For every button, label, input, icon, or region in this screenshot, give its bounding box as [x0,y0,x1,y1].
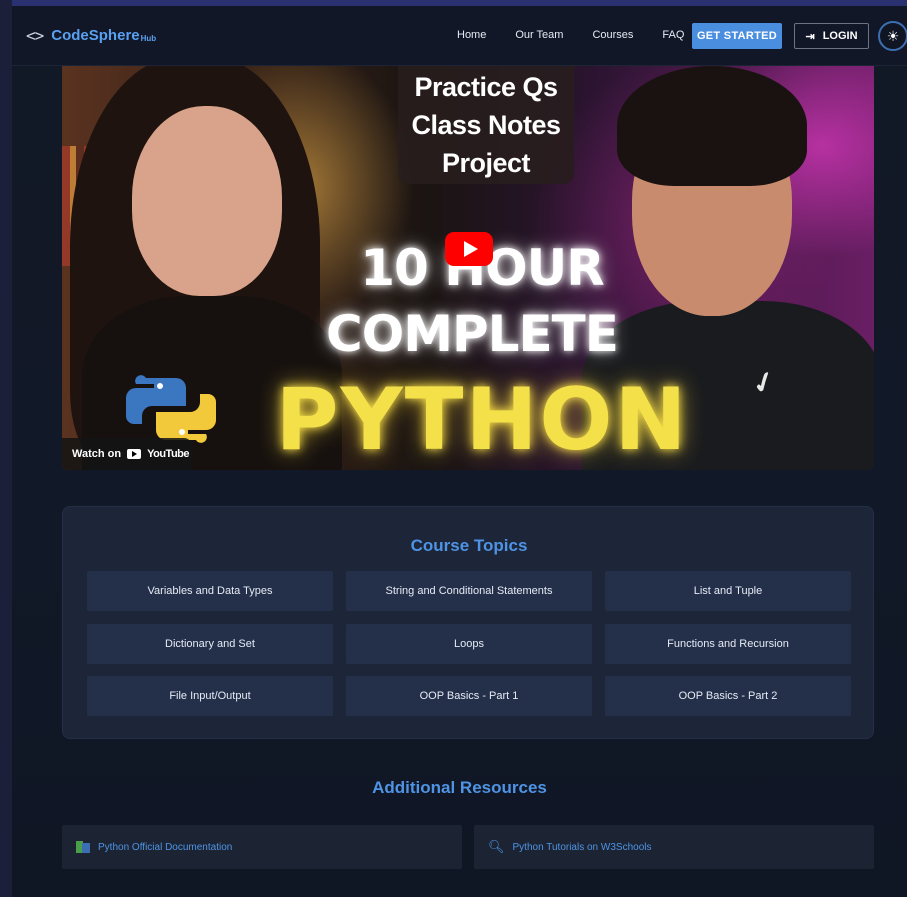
nav-link-courses[interactable]: Courses [592,29,633,41]
topic-card[interactable]: Dictionary and Set [87,624,333,664]
code-brackets-icon: <> [26,26,44,45]
top-navbar: <> CodeSphere Hub Home Our Team Courses … [12,6,907,66]
thumbnail-title-line3: PYTHON [275,370,689,470]
get-started-button[interactable]: GET STARTED [692,23,782,49]
youtube-icon [127,449,142,459]
presenter-right-hair [617,66,807,186]
topic-card[interactable]: OOP Basics - Part 1 [346,676,592,716]
topic-card[interactable]: OOP Basics - Part 2 [605,676,851,716]
brand-logo[interactable]: <> CodeSphere Hub [26,26,156,45]
thumbnail-title-line2: COMPLETE [326,305,619,363]
topic-card[interactable]: List and Tuple [605,571,851,611]
play-button[interactable] [445,232,493,266]
python-logo-icon [126,375,216,443]
course-topics-panel: Course Topics Variables and Data Types S… [62,506,874,739]
youtube-video-embed[interactable]: ✓ Practice Qs Class Notes Project 10 HOU… [62,66,874,470]
magnifier-icon: 🔍︎ [488,839,505,854]
topic-card[interactable]: String and Conditional Statements [346,571,592,611]
sun-icon: ☀ [886,27,900,44]
window-left-edge [0,0,12,897]
nav-links: Home Our Team Courses FAQ [457,29,713,41]
page: <> CodeSphere Hub Home Our Team Courses … [12,6,907,897]
youtube-wordmark: YouTube [147,448,190,460]
resource-link-python-docs[interactable]: Python Official Documentation [62,825,462,869]
login-label: LOGIN [822,30,858,42]
presenter-left-face [132,106,282,296]
nav-link-home[interactable]: Home [457,29,486,41]
login-arrow-icon: ⇥ [805,30,815,43]
topic-card[interactable]: Loops [346,624,592,664]
brand-suffix: Hub [140,34,157,43]
login-button[interactable]: ⇥ LOGIN [794,23,869,49]
notes-line-1: Practice Qs [414,72,558,102]
resource-label: Python Tutorials on W3Schools [512,841,652,853]
play-icon [463,241,478,257]
resource-link-w3schools[interactable]: 🔍︎ Python Tutorials on W3Schools [474,825,874,869]
topic-card[interactable]: File Input/Output [87,676,333,716]
topic-card[interactable]: Functions and Recursion [605,624,851,664]
thumbnail-notes-box: Practice Qs Class Notes Project [398,66,574,184]
additional-resources-heading: Additional Resources [372,778,547,797]
notes-line-2: Class Notes [411,110,561,140]
nav-link-our-team[interactable]: Our Team [515,29,563,41]
topic-card[interactable]: Variables and Data Types [87,571,333,611]
notes-line-3: Project [441,148,531,178]
resource-label: Python Official Documentation [98,841,233,853]
nav-link-faq[interactable]: FAQ [662,29,684,41]
watch-on-label: Watch on [72,448,122,460]
docs-icon [76,841,90,853]
watch-on-youtube-link[interactable]: Watch on YouTube [62,438,192,470]
course-topics-heading: Course Topics [410,536,528,555]
theme-toggle-button[interactable]: ☀ [878,21,907,51]
brand-name: CodeSphere [51,27,140,44]
